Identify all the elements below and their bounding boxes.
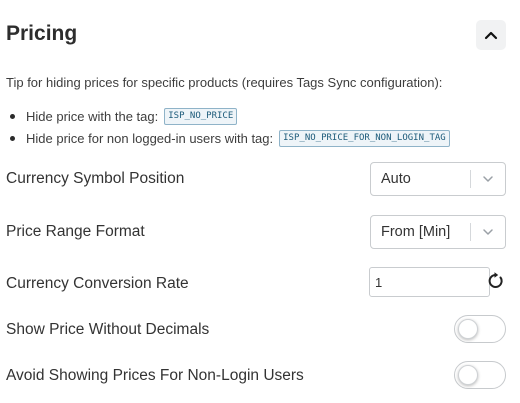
avoid-showing-prices-label: Avoid Showing Prices For Non-Login Users: [6, 367, 304, 384]
chevron-down-icon: [483, 176, 493, 182]
avoid-showing-prices-row: Avoid Showing Prices For Non-Login Users: [6, 359, 506, 393]
reset-icon[interactable]: [486, 271, 506, 291]
price-range-format-label: Price Range Format: [6, 223, 145, 240]
tip-item-text: Hide price with the tag:: [26, 108, 159, 124]
select-value: From [Min]: [381, 224, 451, 240]
currency-conversion-rate-label: Currency Conversion Rate: [6, 275, 189, 292]
currency-symbol-position-label: Currency Symbol Position: [6, 170, 185, 187]
price-range-format-select[interactable]: From [Min]: [370, 215, 506, 249]
chevron-down-icon: [483, 229, 493, 235]
price-range-format-row: Price Range Format From [Min]: [6, 215, 506, 249]
chevron-up-icon: [484, 31, 498, 40]
toggle-knob: [458, 365, 478, 385]
pricing-header: Pricing: [6, 18, 506, 52]
select-separator: [470, 170, 471, 188]
collapse-button[interactable]: [476, 20, 506, 50]
avoid-showing-prices-toggle[interactable]: [454, 361, 506, 389]
currency-symbol-position-select[interactable]: Auto: [370, 162, 506, 196]
tip-item-text: Hide price for non logged-in users with …: [26, 130, 274, 146]
tip-list: Hide price with the tag: ISP_NO_PRICE Hi…: [10, 105, 450, 149]
show-price-without-decimals-row: Show Price Without Decimals: [6, 313, 506, 347]
currency-conversion-rate-input[interactable]: [369, 267, 490, 297]
list-item: Hide price for non logged-in users with …: [10, 127, 450, 149]
currency-conversion-rate-row: Currency Conversion Rate: [6, 267, 506, 301]
currency-symbol-position-row: Currency Symbol Position Auto: [6, 162, 506, 196]
tip-text: Tip for hiding prices for specific produ…: [6, 75, 443, 90]
section-title: Pricing: [6, 22, 78, 45]
tag-code: ISP_NO_PRICE_FOR_NON_LOGIN_TAG: [279, 129, 450, 147]
show-price-without-decimals-label: Show Price Without Decimals: [6, 321, 210, 338]
tag-code: ISP_NO_PRICE: [164, 107, 238, 125]
select-value: Auto: [381, 171, 411, 187]
toggle-knob: [458, 319, 478, 339]
select-separator: [470, 223, 471, 241]
show-price-without-decimals-toggle[interactable]: [454, 315, 506, 343]
list-item: Hide price with the tag: ISP_NO_PRICE: [10, 105, 450, 127]
